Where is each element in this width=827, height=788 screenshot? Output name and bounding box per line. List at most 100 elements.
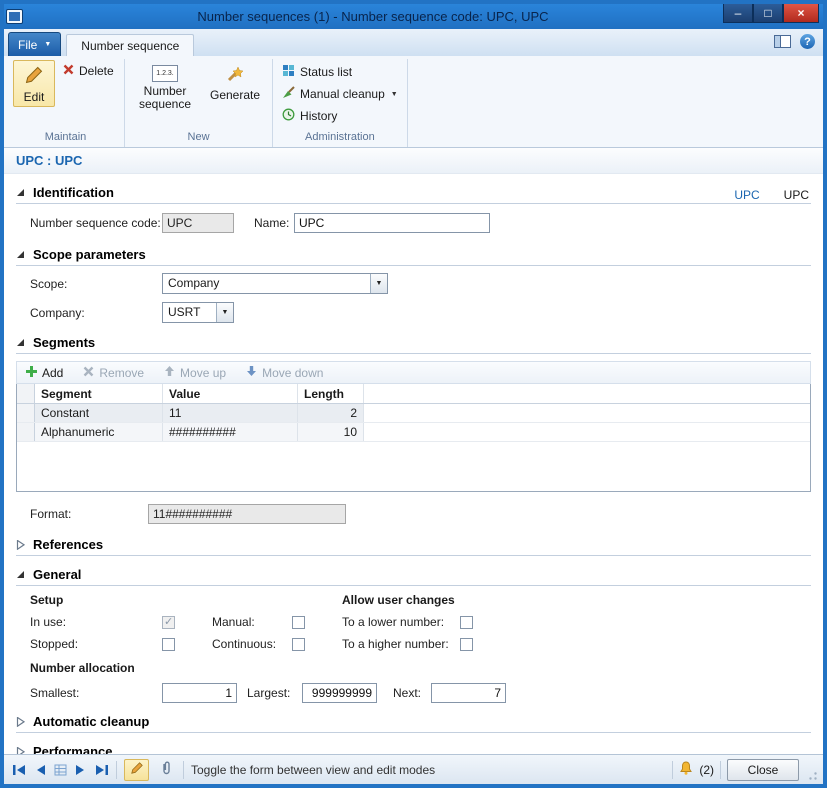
- cell-length: 2: [298, 404, 364, 422]
- menubar: File ▼ Number sequence ?: [4, 29, 823, 56]
- section-title: General: [33, 567, 81, 582]
- chevron-down-icon[interactable]: ▼: [370, 274, 387, 293]
- section-references[interactable]: References: [16, 533, 811, 556]
- generate-wand-icon: [226, 65, 244, 86]
- in-use-checkbox[interactable]: [162, 616, 175, 629]
- to-higher-label: To a higher number:: [342, 637, 460, 651]
- to-higher-checkbox[interactable]: [460, 638, 473, 651]
- chevron-down-icon: ▼: [44, 41, 51, 48]
- chevron-down-icon[interactable]: ▼: [216, 303, 233, 322]
- file-menu-button[interactable]: File ▼: [8, 32, 61, 56]
- expanded-triangle-icon: [16, 188, 26, 197]
- scope-selected-value: Company: [163, 274, 370, 293]
- record-name-text: UPC: [784, 188, 809, 202]
- bell-icon[interactable]: [679, 761, 693, 779]
- table-row[interactable]: Constant112: [17, 404, 810, 423]
- scope-label: Scope:: [30, 277, 162, 291]
- cell-empty: [364, 423, 810, 441]
- add-button[interactable]: Add: [26, 366, 63, 380]
- section-title: Scope parameters: [33, 247, 146, 262]
- edit-mode-toggle[interactable]: [124, 759, 149, 781]
- history-button[interactable]: History: [279, 106, 401, 126]
- remove-label: Remove: [99, 366, 144, 380]
- status-list-icon: [282, 64, 295, 80]
- minimize-button[interactable]: –: [723, 4, 753, 23]
- smallest-input[interactable]: [162, 683, 237, 703]
- name-input[interactable]: [294, 213, 490, 233]
- manual-cleanup-label: Manual cleanup: [300, 87, 385, 101]
- plus-icon: [26, 366, 37, 380]
- move-up-button[interactable]: Move up: [164, 365, 226, 380]
- generate-button[interactable]: Generate: [204, 60, 266, 105]
- row-selector: [17, 404, 35, 422]
- broom-icon: [282, 86, 295, 102]
- section-identification[interactable]: Identification: [16, 181, 811, 204]
- expanded-triangle-icon: [16, 570, 26, 579]
- manual-cleanup-button[interactable]: Manual cleanup ▼: [279, 84, 401, 104]
- in-use-label: In use:: [30, 615, 162, 629]
- smallest-label: Smallest:: [30, 686, 162, 700]
- move-down-button[interactable]: Move down: [246, 365, 323, 380]
- column-header-segment[interactable]: Segment: [35, 384, 163, 403]
- next-label: Next:: [393, 686, 431, 700]
- company-select[interactable]: USRT ▼: [162, 302, 234, 323]
- history-label: History: [300, 109, 337, 123]
- first-record-icon[interactable]: [12, 764, 26, 776]
- previous-record-icon[interactable]: [34, 764, 46, 776]
- section-segments[interactable]: Segments: [16, 331, 811, 354]
- notification-count[interactable]: (2): [699, 763, 714, 777]
- delete-x-icon: [63, 64, 74, 78]
- section-scope-parameters[interactable]: Scope parameters: [16, 243, 811, 266]
- collapsed-triangle-icon: [16, 717, 26, 727]
- paperclip-icon: [160, 761, 172, 779]
- largest-input[interactable]: [302, 683, 377, 703]
- column-header-length[interactable]: Length: [298, 384, 364, 403]
- general-body: Setup Allow user changes In use: Manual:…: [16, 586, 811, 651]
- attachment-button[interactable]: [156, 759, 176, 781]
- tab-number-sequence[interactable]: Number sequence: [66, 34, 194, 56]
- last-record-icon[interactable]: [95, 764, 109, 776]
- section-title: References: [33, 537, 103, 552]
- layout-pane-icon[interactable]: [774, 35, 791, 48]
- window-title: Number sequences (1) - Number sequence c…: [23, 9, 723, 24]
- remove-button[interactable]: Remove: [83, 366, 144, 380]
- ribbon-group-administration: Status list Manual cleanup ▼ History: [273, 59, 408, 147]
- close-button[interactable]: Close: [727, 759, 799, 781]
- maximize-button[interactable]: □: [753, 4, 783, 23]
- status-list-button[interactable]: Status list: [279, 62, 401, 82]
- setup-heading: Setup: [30, 593, 162, 607]
- move-up-label: Move up: [180, 366, 226, 380]
- number-allocation-row: Smallest: Largest: Next:: [16, 675, 811, 703]
- edit-button[interactable]: Edit: [13, 60, 55, 107]
- continuous-checkbox[interactable]: [292, 638, 305, 651]
- number-sequence-button[interactable]: 1.2.3. Number sequence: [131, 60, 199, 114]
- next-input[interactable]: [431, 683, 506, 703]
- scope-select[interactable]: Company ▼: [162, 273, 388, 294]
- stopped-checkbox[interactable]: [162, 638, 175, 651]
- section-general[interactable]: General: [16, 563, 811, 586]
- record-link[interactable]: UPC: [734, 188, 759, 202]
- company-label: Company:: [30, 306, 162, 320]
- delete-button[interactable]: Delete: [60, 62, 117, 80]
- expanded-triangle-icon: [16, 250, 26, 259]
- table-row[interactable]: Alphanumeric##########10: [17, 423, 810, 442]
- continuous-label: Continuous:: [212, 637, 292, 651]
- cell-value: ##########: [163, 423, 298, 441]
- section-automatic-cleanup[interactable]: Automatic cleanup: [16, 710, 811, 733]
- manual-checkbox[interactable]: [292, 616, 305, 629]
- section-performance[interactable]: Performance: [16, 740, 811, 754]
- cell-value: 11: [163, 404, 298, 422]
- column-header-value[interactable]: Value: [163, 384, 298, 403]
- to-lower-checkbox[interactable]: [460, 616, 473, 629]
- generate-label: Generate: [210, 89, 260, 102]
- next-record-icon[interactable]: [75, 764, 87, 776]
- segments-grid-header: Segment Value Length: [17, 384, 810, 404]
- help-icon[interactable]: ?: [800, 34, 815, 49]
- resize-grip-icon[interactable]: [805, 768, 818, 781]
- group-label-new: New: [131, 131, 266, 147]
- edit-label: Edit: [24, 91, 45, 104]
- grid-view-icon[interactable]: [54, 764, 67, 776]
- close-window-button[interactable]: ×: [783, 4, 819, 23]
- section-title: Identification: [33, 185, 114, 200]
- code-input: [162, 213, 234, 233]
